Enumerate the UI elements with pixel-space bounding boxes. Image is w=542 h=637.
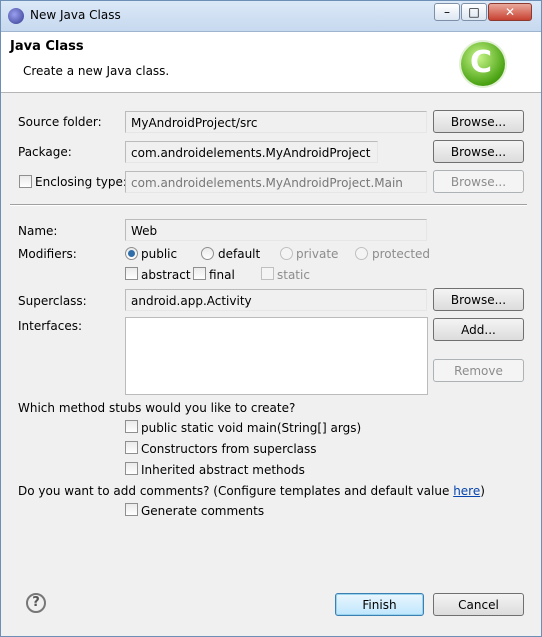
private-radio-label: private [296,247,339,261]
default-radio-label: default [218,247,261,261]
comments-question-text: Do you want to add comments? (Configure … [18,484,454,498]
interfaces-label: Interfaces: [18,319,83,333]
interfaces-list[interactable] [125,317,428,395]
name-label: Name: [18,224,58,238]
close-button[interactable]: ✕ [488,3,532,21]
page-description: Create a new Java class. [23,64,170,78]
finish-button[interactable]: Finish [335,593,424,616]
cancel-button[interactable]: Cancel [433,593,524,616]
maximize-button[interactable]: □ [461,3,487,21]
title-bar[interactable]: New Java Class – □ ✕ [1,1,541,32]
configure-templates-link[interactable]: here [453,484,480,498]
comments-question: Do you want to add comments? (Configure … [18,484,485,498]
superclass-field[interactable]: android.app.Activity [125,289,427,311]
superclass-browse-button[interactable]: Browse... [433,288,524,311]
public-radio[interactable] [125,247,138,260]
dialog-header: Java Class Create a new Java class. [1,32,541,93]
source-folder-field[interactable]: MyAndroidProject/src [125,111,427,133]
private-radio [280,247,293,260]
abstract-checkbox-label: abstract [141,268,191,282]
package-label: Package: [18,145,72,159]
inherited-methods-checkbox[interactable] [125,462,138,475]
remove-interface-button: Remove [433,359,524,382]
new-java-class-dialog: New Java Class – □ ✕ Java Class Create a… [0,0,542,637]
protected-radio [355,247,368,260]
enclosing-type-browse-button: Browse... [433,170,524,193]
minimize-icon: – [444,5,450,19]
generate-comments-label: Generate comments [141,504,265,518]
window-title: New Java Class [30,8,121,22]
static-checkbox [261,267,274,280]
maximize-icon: □ [468,5,480,19]
enclosing-type-field: com.androidelements.MyAndroidProject.Mai… [125,171,427,193]
main-method-label: public static void main(String[] args) [141,421,362,435]
source-folder-label: Source folder: [18,115,102,129]
constructors-checkbox[interactable] [125,441,138,454]
public-radio-label: public [141,247,178,261]
java-class-c-icon [461,42,505,86]
close-icon: ✕ [504,5,516,19]
comments-question-end: ) [480,484,485,498]
eclipse-icon [8,8,24,24]
modifiers-label: Modifiers: [18,247,77,261]
minimize-button[interactable]: – [434,3,460,21]
final-checkbox-label: final [209,268,235,282]
default-radio[interactable] [201,247,214,260]
enclosing-type-checkbox[interactable] [19,175,32,188]
separator [10,204,527,206]
package-browse-button[interactable]: Browse... [433,140,524,163]
generate-comments-checkbox[interactable] [125,503,138,516]
inherited-methods-label: Inherited abstract methods [141,463,305,477]
source-folder-browse-button[interactable]: Browse... [433,110,524,133]
protected-radio-label: protected [372,247,431,261]
name-field[interactable]: Web [125,219,427,241]
final-checkbox[interactable] [193,267,206,280]
constructors-label: Constructors from superclass [141,442,317,456]
enclosing-type-label: Enclosing type: [35,175,127,189]
static-checkbox-label: static [277,268,310,282]
main-method-checkbox[interactable] [125,420,138,433]
abstract-checkbox[interactable] [125,267,138,280]
superclass-label: Superclass: [18,294,87,308]
page-title: Java Class [10,39,84,54]
package-field[interactable]: com.androidelements.MyAndroidProject [125,141,378,163]
help-icon[interactable]: ? [26,593,46,613]
add-interface-button[interactable]: Add... [433,318,524,341]
method-stubs-question: Which method stubs would you like to cre… [18,401,296,415]
